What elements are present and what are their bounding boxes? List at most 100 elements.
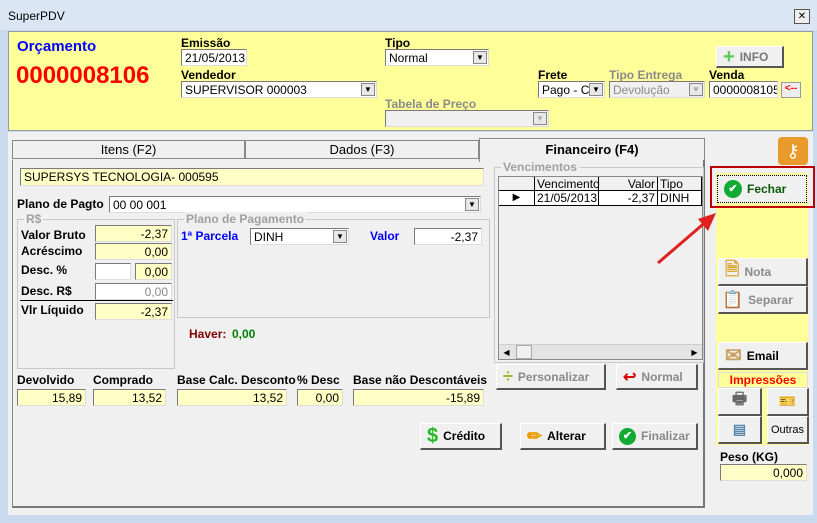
venda-back-button[interactable]: <--	[781, 82, 801, 98]
chevron-down-icon: ▼	[465, 198, 479, 211]
cell-tipo: DINH	[658, 191, 702, 206]
tipo-value: Normal	[389, 51, 428, 65]
tipo-select[interactable]: Normal ▼	[385, 49, 489, 66]
close-button[interactable]: ✕	[794, 9, 810, 24]
emissao-label: Emissão	[181, 36, 231, 50]
liquido-field[interactable]: -2,37	[95, 303, 172, 320]
plus-icon: +	[723, 45, 735, 68]
tab-dados[interactable]: Dados (F3)	[245, 140, 479, 159]
divider	[20, 300, 173, 301]
key-icon[interactable]: ⚷	[778, 137, 808, 165]
credito-label: Crédito	[443, 429, 486, 443]
desc-rs-label: Desc. R$	[21, 284, 72, 298]
alterar-label: Alterar	[547, 429, 586, 443]
tipo-entrega-label: Tipo Entrega	[609, 68, 683, 82]
email-button[interactable]: ✉ Email	[718, 342, 808, 370]
cell-valor: -2,37	[599, 191, 658, 206]
return-arrow-icon: ↩	[623, 368, 637, 386]
tipo-label: Tipo	[385, 36, 411, 50]
desc-rs-field[interactable]: 0,00	[95, 283, 172, 300]
tab-label: Itens (F2)	[100, 142, 157, 157]
impressoes-label: Impressões	[718, 372, 808, 388]
doc-type: Orçamento	[17, 38, 97, 55]
envelope-icon: ✉	[725, 345, 742, 367]
tab-itens[interactable]: Itens (F2)	[12, 140, 245, 159]
ticket-icon: 🎫	[778, 393, 797, 409]
venda-label: Venda	[709, 68, 745, 82]
parcela-select[interactable]: DINH ▼	[250, 228, 349, 245]
alterar-button[interactable]: ✏ Alterar	[520, 423, 606, 450]
frete-select[interactable]: Pago - CII ▼	[538, 81, 605, 98]
report-button[interactable]: ▤	[718, 416, 762, 444]
cliente-field[interactable]: SUPERSYS TECNOLOGIA- 000595	[20, 168, 484, 186]
ticket-button[interactable]: 🎫	[767, 388, 809, 416]
devolvido-field[interactable]: 15,89	[17, 389, 86, 406]
chevron-down-icon: ▼	[333, 230, 347, 243]
plano-group-title: Plano de Pagamento	[184, 212, 307, 226]
comprado-field[interactable]: 13,52	[93, 389, 166, 406]
scroll-thumb[interactable]	[516, 345, 532, 359]
chevron-down-icon: ▼	[589, 83, 603, 96]
acrescimo-label: Acréscimo	[21, 244, 83, 258]
liquido-label: Vlr Líquido	[21, 303, 84, 317]
printer-button[interactable]: 🖶	[718, 388, 762, 416]
valor-bruto-field[interactable]: -2,37	[95, 225, 172, 242]
header-panel: Orçamento 0000008106 Emissão 21/05/2013 …	[8, 31, 813, 131]
separar-button[interactable]: 📋 Separar	[718, 286, 808, 314]
vendedor-label: Vendedor	[181, 68, 236, 82]
pct-desc-label: % Desc	[297, 373, 340, 387]
venda-input[interactable]: 0000008105	[709, 81, 778, 98]
acrescimo-field[interactable]: 0,00	[95, 243, 172, 260]
tab-label: Financeiro (F4)	[545, 142, 639, 157]
base-nao-label: Base não Descontáveis	[353, 373, 488, 387]
doc-number: 0000008106	[16, 62, 150, 89]
col-vencimento: Vencimento	[537, 177, 600, 191]
normal-button[interactable]: ↩ Normal	[616, 364, 698, 390]
nota-label: Nota	[744, 264, 772, 279]
valor-field[interactable]: -2,37	[414, 228, 482, 245]
row-pointer-icon: ▶	[499, 191, 535, 206]
plano-value: 00 00 001	[113, 198, 167, 212]
outras-button[interactable]: Outras	[767, 416, 809, 444]
emissao-input[interactable]: 21/05/2013	[181, 49, 247, 66]
horizontal-scrollbar[interactable]: ◀ ▶	[499, 344, 702, 359]
check-icon: ✔	[619, 427, 636, 445]
finalizar-button[interactable]: ✔ Finalizar	[612, 423, 698, 450]
vendedor-select[interactable]: SUPERVISOR 000003 ▼	[181, 81, 377, 98]
tab-label: Dados (F3)	[329, 142, 395, 157]
parcela-label: 1ª Parcela	[181, 229, 239, 243]
outras-label: Outras	[770, 423, 804, 436]
base-calc-field[interactable]: 13,52	[177, 389, 287, 406]
normal-label: Normal	[641, 369, 683, 384]
nota-button[interactable]: 🗎 Nota	[718, 258, 808, 286]
plano-select[interactable]: 00 00 001 ▼	[109, 196, 481, 213]
email-label: Email	[746, 348, 779, 363]
finalizar-label: Finalizar	[641, 429, 690, 443]
base-nao-field[interactable]: -15,89	[353, 389, 484, 406]
haver-value: 0,00	[232, 327, 256, 341]
desc-pct-input[interactable]	[95, 263, 131, 280]
cell-vencimento: 21/05/2013	[537, 191, 599, 206]
tabela-select[interactable]: ▼	[385, 110, 549, 127]
pct-desc-field[interactable]: 0,00	[297, 389, 343, 406]
chevron-down-icon: ▼	[533, 112, 547, 125]
comprado-label: Comprado	[93, 373, 153, 387]
tipo-entrega-select[interactable]: Devolução ▼	[609, 81, 705, 98]
pencil-icon: ✏	[527, 425, 543, 446]
peso-field[interactable]: 0,000	[720, 464, 807, 481]
personalizar-button[interactable]: ÷ Personalizar	[496, 364, 606, 390]
indicator-col	[499, 177, 535, 191]
tabela-label: Tabela de Preço	[385, 97, 477, 111]
info-label: INFO	[739, 49, 769, 64]
highlight-box	[710, 166, 815, 208]
credito-button[interactable]: $ Crédito	[420, 423, 502, 450]
info-button[interactable]: + INFO	[716, 46, 784, 68]
scroll-right-icon[interactable]: ▶	[687, 345, 702, 360]
desc-pct-value[interactable]: 0,00	[135, 263, 172, 280]
annotation-arrow	[657, 213, 716, 265]
arrow-left-icon: <--	[784, 83, 798, 94]
tab-financeiro[interactable]: Financeiro (F4)	[479, 138, 705, 162]
scroll-left-icon[interactable]: ◀	[499, 345, 514, 360]
table-row[interactable]: ▶ 21/05/2013 -2,37 DINH	[499, 191, 702, 206]
col-valor: Valor	[599, 177, 658, 191]
